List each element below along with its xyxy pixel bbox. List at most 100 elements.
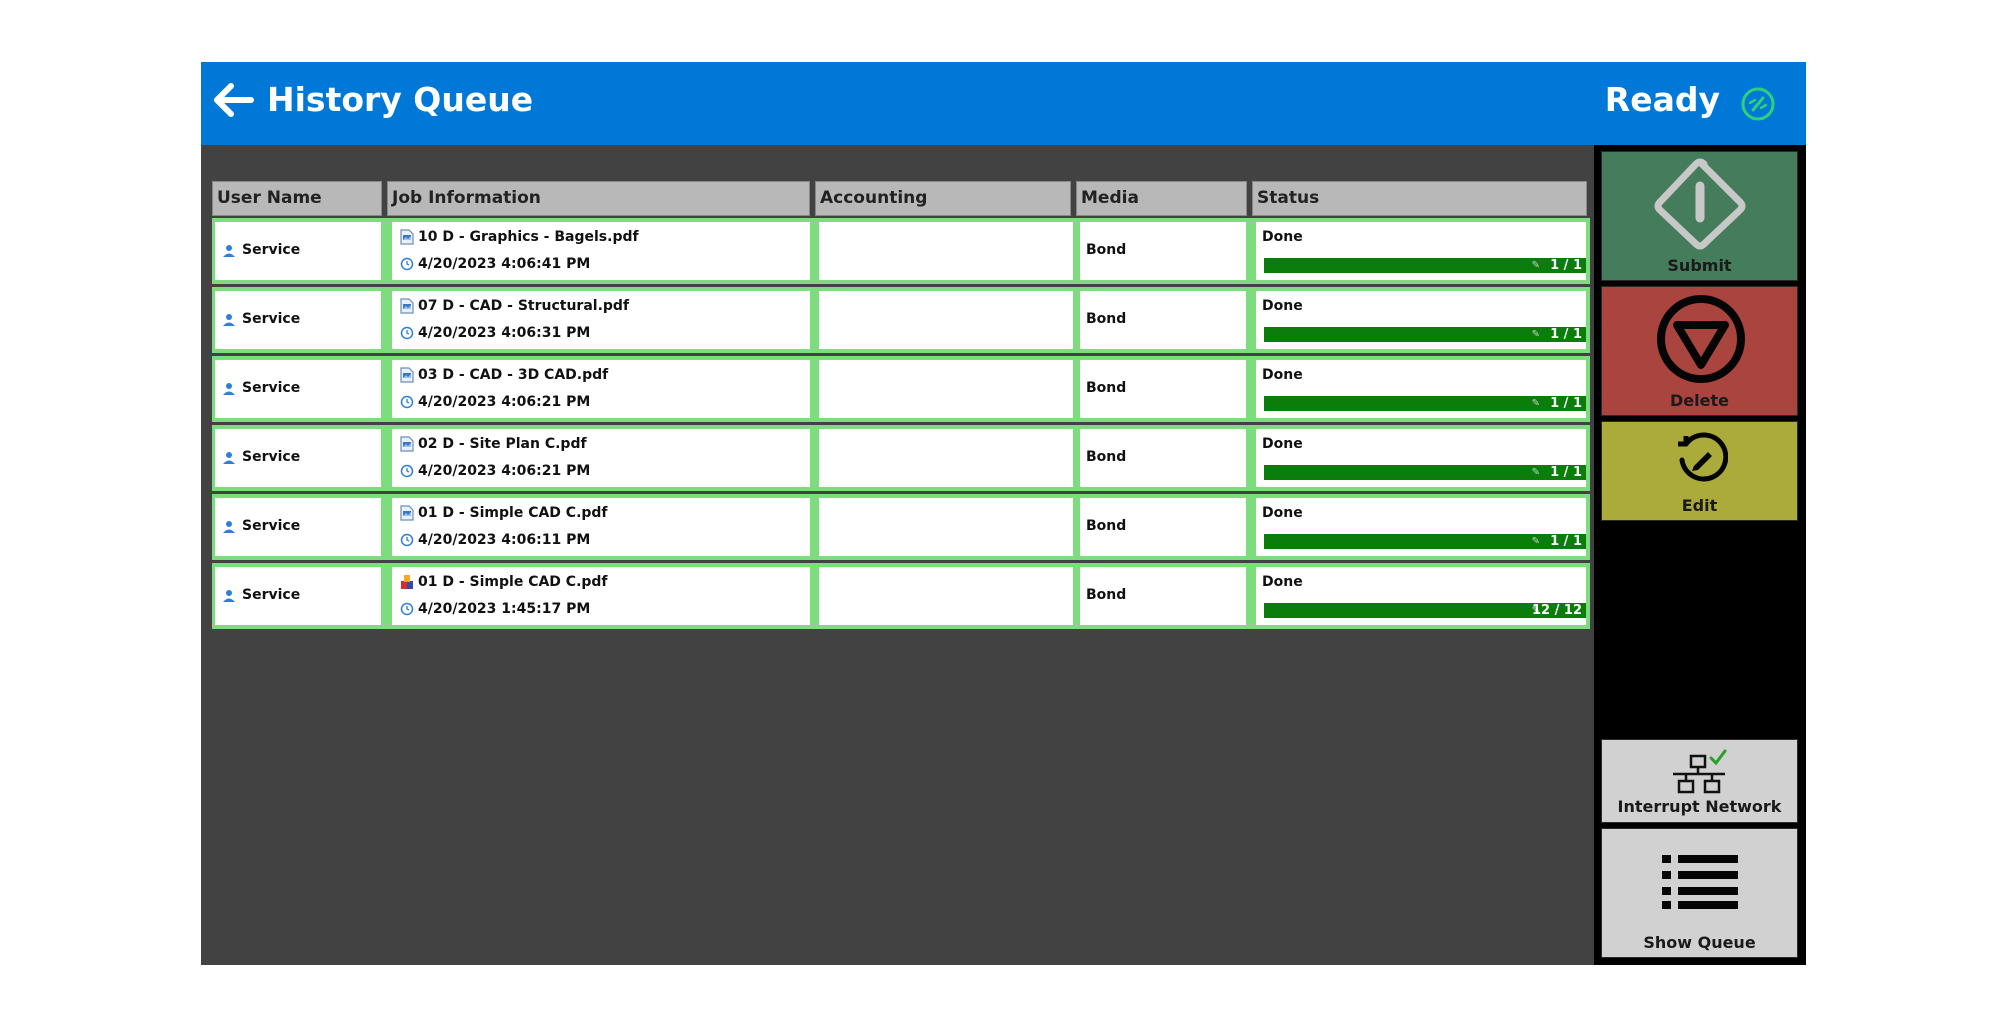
- job-time: 4/20/2023 4:06:21 PM: [418, 394, 591, 410]
- document-image-icon: [400, 298, 414, 314]
- table-row[interactable]: Service 02 D - Site Plan C.pdf 4/20/2023 4…: [212, 425, 1590, 491]
- progress-count: 1 / 1: [1550, 465, 1582, 480]
- interrupt-network-label: Interrupt Network: [1617, 797, 1782, 816]
- accounting-cell: [819, 429, 1073, 487]
- document-image-icon: [400, 229, 414, 245]
- status-text: Done: [1262, 505, 1303, 521]
- user-name: Service: [242, 242, 301, 258]
- status-cell: Done ✎ 1 / 1: [1256, 429, 1586, 487]
- media-type: Bond: [1086, 449, 1127, 465]
- column-header-media[interactable]: Media: [1076, 181, 1247, 216]
- arrow-left-icon[interactable]: [211, 76, 259, 124]
- status-text: Ready: [1604, 80, 1720, 119]
- edit-pencil-icon: [1678, 432, 1728, 482]
- progress-bar: ✎ 1 / 1: [1264, 258, 1586, 273]
- status-cell: Done ✎ 1 / 1: [1256, 222, 1586, 280]
- network-check-icon: [1673, 749, 1727, 794]
- user-icon: [223, 314, 235, 326]
- user-name: Service: [242, 311, 301, 327]
- ready-status-icon: [1741, 87, 1775, 121]
- show-queue-label: Show Queue: [1643, 933, 1756, 952]
- progress-bar: ✎ 12 / 12: [1264, 603, 1586, 618]
- delete-button[interactable]: Delete: [1601, 286, 1798, 416]
- clock-icon: [400, 533, 414, 547]
- job-info-cell: 01 D - Simple CAD C.pdf 4/20/2023 1:45:17…: [392, 567, 810, 625]
- table-row[interactable]: Service 01 D - Simple CAD C.pdf 4/20/2023 …: [212, 494, 1590, 560]
- table-row[interactable]: Service 01 D - Simple CAD C.pdf 4/20/2023 …: [212, 563, 1590, 629]
- media-cell: Bond: [1080, 429, 1246, 487]
- job-info-cell: 03 D - CAD - 3D CAD.pdf 4/20/2023 4:06:21…: [392, 360, 810, 418]
- file-name: 03 D - CAD - 3D CAD.pdf: [418, 367, 609, 383]
- accounting-cell: [819, 222, 1073, 280]
- pen-icon: ✎: [1531, 467, 1540, 478]
- accounting-cell: [819, 291, 1073, 349]
- media-cell: Bond: [1080, 291, 1246, 349]
- job-time: 4/20/2023 4:06:21 PM: [418, 463, 591, 479]
- media-type: Bond: [1086, 587, 1127, 603]
- user-cell: Service: [215, 291, 381, 349]
- edit-label: Edit: [1681, 496, 1718, 515]
- delete-label: Delete: [1670, 391, 1729, 410]
- job-time: 4/20/2023 4:06:41 PM: [418, 256, 591, 272]
- job-info-cell: 01 D - Simple CAD C.pdf 4/20/2023 4:06:11…: [392, 498, 810, 556]
- user-icon: [223, 383, 235, 395]
- clock-icon: [400, 602, 414, 616]
- media-type: Bond: [1086, 518, 1127, 534]
- file-name: 10 D - Graphics - Bagels.pdf: [418, 229, 639, 245]
- show-queue-button[interactable]: Show Queue: [1601, 828, 1798, 958]
- column-header-status[interactable]: Status: [1252, 181, 1587, 216]
- status-text: Done: [1262, 298, 1303, 314]
- accounting-cell: [819, 498, 1073, 556]
- progress-count: 1 / 1: [1550, 327, 1582, 342]
- media-type: Bond: [1086, 380, 1127, 396]
- clock-icon: [400, 395, 414, 409]
- status-cell: Done ✎ 1 / 1: [1256, 498, 1586, 556]
- edit-button[interactable]: Edit: [1601, 421, 1798, 521]
- job-info-cell: 02 D - Site Plan C.pdf 4/20/2023 4:06:21 …: [392, 429, 810, 487]
- media-cell: Bond: [1080, 222, 1246, 280]
- column-header-user-name[interactable]: User Name: [212, 181, 382, 216]
- clock-icon: [400, 464, 414, 478]
- submit-button[interactable]: Submit: [1601, 151, 1798, 281]
- status-cell: Done ✎ 1 / 1: [1256, 360, 1586, 418]
- job-info-cell: 10 D - Graphics - Bagels.pdf 4/20/2023 4:…: [392, 222, 810, 280]
- file-name: 02 D - Site Plan C.pdf: [418, 436, 587, 452]
- table-row[interactable]: Service 03 D - CAD - 3D CAD.pdf 4/20/2023 …: [212, 356, 1590, 422]
- submit-diamond-icon: [1654, 158, 1746, 250]
- clock-icon: [400, 326, 414, 340]
- progress-count: 1 / 1: [1550, 258, 1582, 273]
- list-icon: [1662, 855, 1738, 909]
- user-name: Service: [242, 380, 301, 396]
- title-bar: History Queue Ready: [201, 62, 1806, 145]
- user-icon: [223, 452, 235, 464]
- pen-icon: ✎: [1531, 536, 1540, 547]
- page-title: History Queue: [267, 80, 534, 119]
- user-icon: [223, 590, 235, 602]
- user-cell: Service: [215, 567, 381, 625]
- column-header-accounting[interactable]: Accounting: [815, 181, 1071, 216]
- status-text: Done: [1262, 229, 1303, 245]
- document-image-icon: [400, 436, 414, 452]
- progress-bar: ✎ 1 / 1: [1264, 396, 1586, 411]
- pen-icon: ✎: [1531, 329, 1540, 340]
- document-image-icon: [400, 505, 414, 521]
- media-cell: Bond: [1080, 360, 1246, 418]
- pen-icon: ✎: [1531, 398, 1540, 409]
- status-text: Done: [1262, 436, 1303, 452]
- status-cell: Done ✎ 1 / 1: [1256, 291, 1586, 349]
- clock-icon: [400, 257, 414, 271]
- table-row[interactable]: Service 10 D - Graphics - Bagels.pdf 4/20/…: [212, 218, 1590, 284]
- document-image-icon: [400, 367, 414, 383]
- media-type: Bond: [1086, 242, 1127, 258]
- accounting-cell: [819, 360, 1073, 418]
- table-row[interactable]: Service 07 D - CAD - Structural.pdf 4/20/2…: [212, 287, 1590, 353]
- interrupt-network-button[interactable]: Interrupt Network: [1601, 739, 1798, 823]
- media-cell: Bond: [1080, 498, 1246, 556]
- status-text: Done: [1262, 574, 1303, 590]
- media-cell: Bond: [1080, 567, 1246, 625]
- user-cell: Service: [215, 360, 381, 418]
- history-queue-window: History Queue Ready User Name Job Inform…: [201, 62, 1806, 965]
- file-name: 01 D - Simple CAD C.pdf: [418, 505, 608, 521]
- column-header-job-information[interactable]: Job Information: [387, 181, 810, 216]
- multi-color-document-icon: [401, 575, 413, 589]
